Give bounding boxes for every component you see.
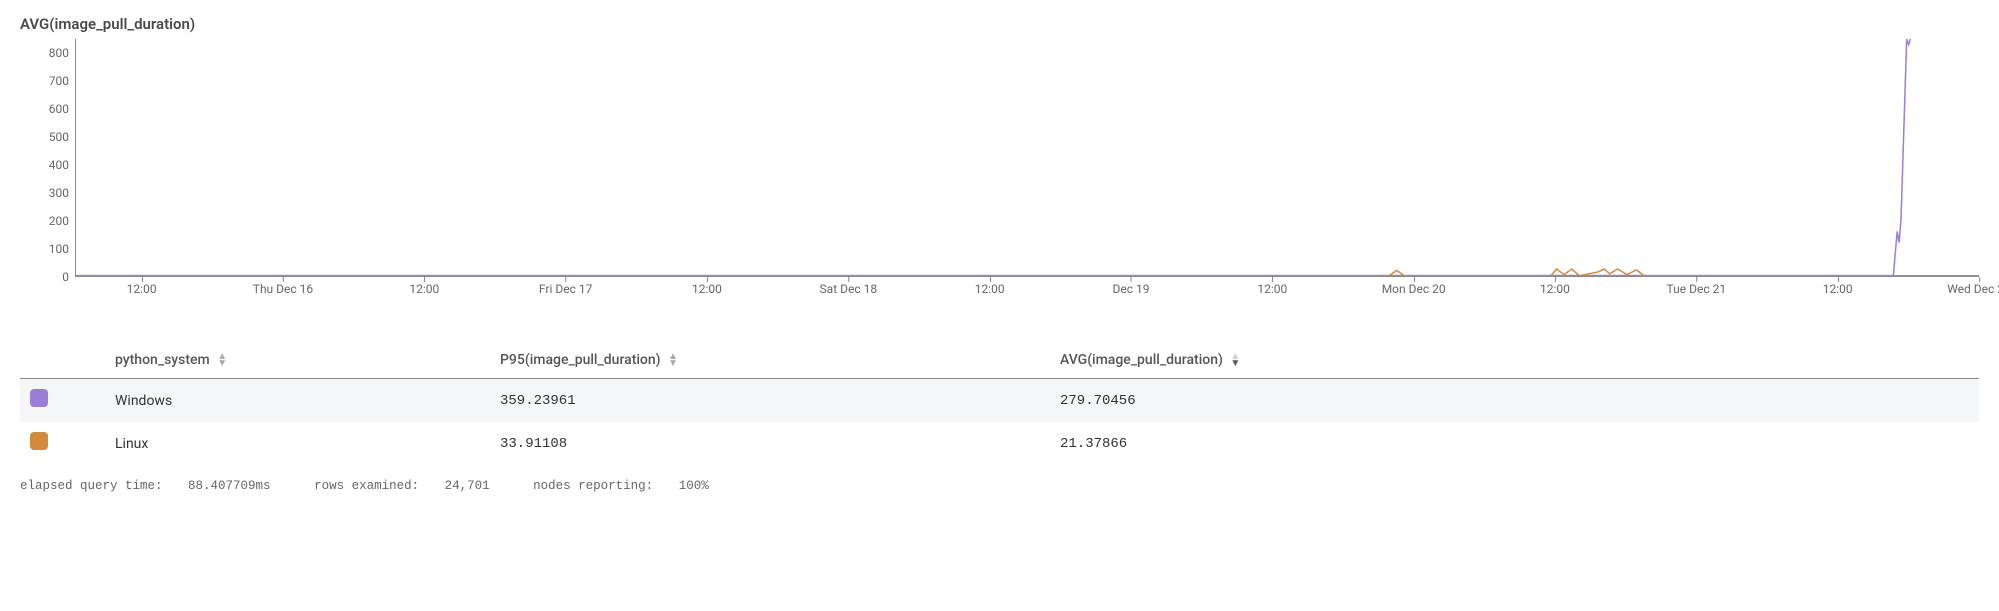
table-header-p95[interactable]: P95(image_pull_duration) ▲▼	[490, 344, 1050, 379]
x-tick-label: Tue Dec 21	[1667, 282, 1727, 296]
y-tick-label: 200	[49, 214, 69, 228]
x-tick-label: Dec 19	[1112, 282, 1149, 296]
cell-avg: 21.37866	[1050, 422, 1979, 465]
series-line-windows	[76, 39, 1910, 275]
y-tick-label: 700	[49, 74, 69, 88]
x-tick-label: 12:00	[409, 282, 439, 296]
cell-system: Windows	[60, 379, 490, 423]
y-tick-label: 400	[49, 158, 69, 172]
y-tick-label: 0	[62, 270, 69, 284]
x-tick-label: Fri Dec 17	[539, 282, 592, 296]
table-header-avg[interactable]: AVG(image_pull_duration) ▲▼	[1050, 344, 1979, 379]
x-tick-label: Wed Dec 22	[1947, 282, 1999, 296]
table-header-swatch	[20, 344, 60, 379]
y-tick-label: 600	[49, 102, 69, 116]
sort-icon: ▲▼	[1230, 353, 1240, 367]
series-swatch	[20, 422, 60, 465]
table-header-system[interactable]: python_system ▲▼	[60, 344, 490, 379]
elapsed-label: elapsed query time:	[20, 479, 163, 493]
table-row[interactable]: Linux33.9110821.37866	[20, 422, 1979, 465]
x-axis: 12:00 Thu Dec 16 12:00 Fri Dec 17 12:00 Sat D…	[75, 282, 1979, 307]
nodes-reporting-value: 100%	[679, 479, 709, 493]
x-tick-label: Mon Dec 20	[1382, 282, 1446, 296]
cell-p95: 33.91108	[490, 422, 1050, 465]
chart-title: AVG(image_pull_duration)	[20, 15, 1979, 33]
y-tick-label: 300	[49, 186, 69, 200]
rows-examined-value: 24,701	[445, 479, 490, 493]
x-tick-label: 12:00	[127, 282, 157, 296]
x-tick-label: Thu Dec 16	[253, 282, 313, 296]
table-row[interactable]: Windows359.23961279.70456	[20, 379, 1979, 423]
x-tick-label: 12:00	[975, 282, 1005, 296]
y-axis: 0100200300400500600700800	[20, 39, 75, 277]
sort-icon: ▲▼	[217, 353, 227, 367]
table-header-avg-label: AVG(image_pull_duration)	[1060, 352, 1223, 368]
x-tick-label: 12:00	[692, 282, 722, 296]
series-swatch	[20, 379, 60, 423]
chart-area: 0 100 200 300 400 500 600 700 800 12:00 Thu Dec 1…	[20, 39, 1979, 309]
elapsed-value: 88.407709ms	[188, 479, 271, 493]
sort-icon: ▲▼	[668, 353, 678, 367]
y-tick-label: 800	[49, 46, 69, 60]
cell-system: Linux	[60, 422, 490, 465]
y-tick-label: 100	[49, 242, 69, 256]
y-tick-label: 500	[49, 130, 69, 144]
cell-avg: 279.70456	[1050, 379, 1979, 423]
x-tick-label: Sat Dec 18	[820, 282, 878, 296]
nodes-reporting-label: nodes reporting:	[533, 479, 653, 493]
chart-plot[interactable]	[75, 39, 1979, 277]
x-tick-label: 12:00	[1257, 282, 1287, 296]
results-table: python_system ▲▼ P95(image_pull_duration…	[20, 344, 1979, 465]
cell-p95: 359.23961	[490, 379, 1050, 423]
x-tick-label: 12:00	[1540, 282, 1570, 296]
x-tick-label: 12:00	[1823, 282, 1853, 296]
query-stats: elapsed query time: 88.407709ms rows exa…	[20, 479, 1979, 493]
table-header-p95-label: P95(image_pull_duration)	[500, 352, 661, 368]
table-header-system-label: python_system	[115, 352, 210, 368]
rows-examined-label: rows examined:	[314, 479, 419, 493]
